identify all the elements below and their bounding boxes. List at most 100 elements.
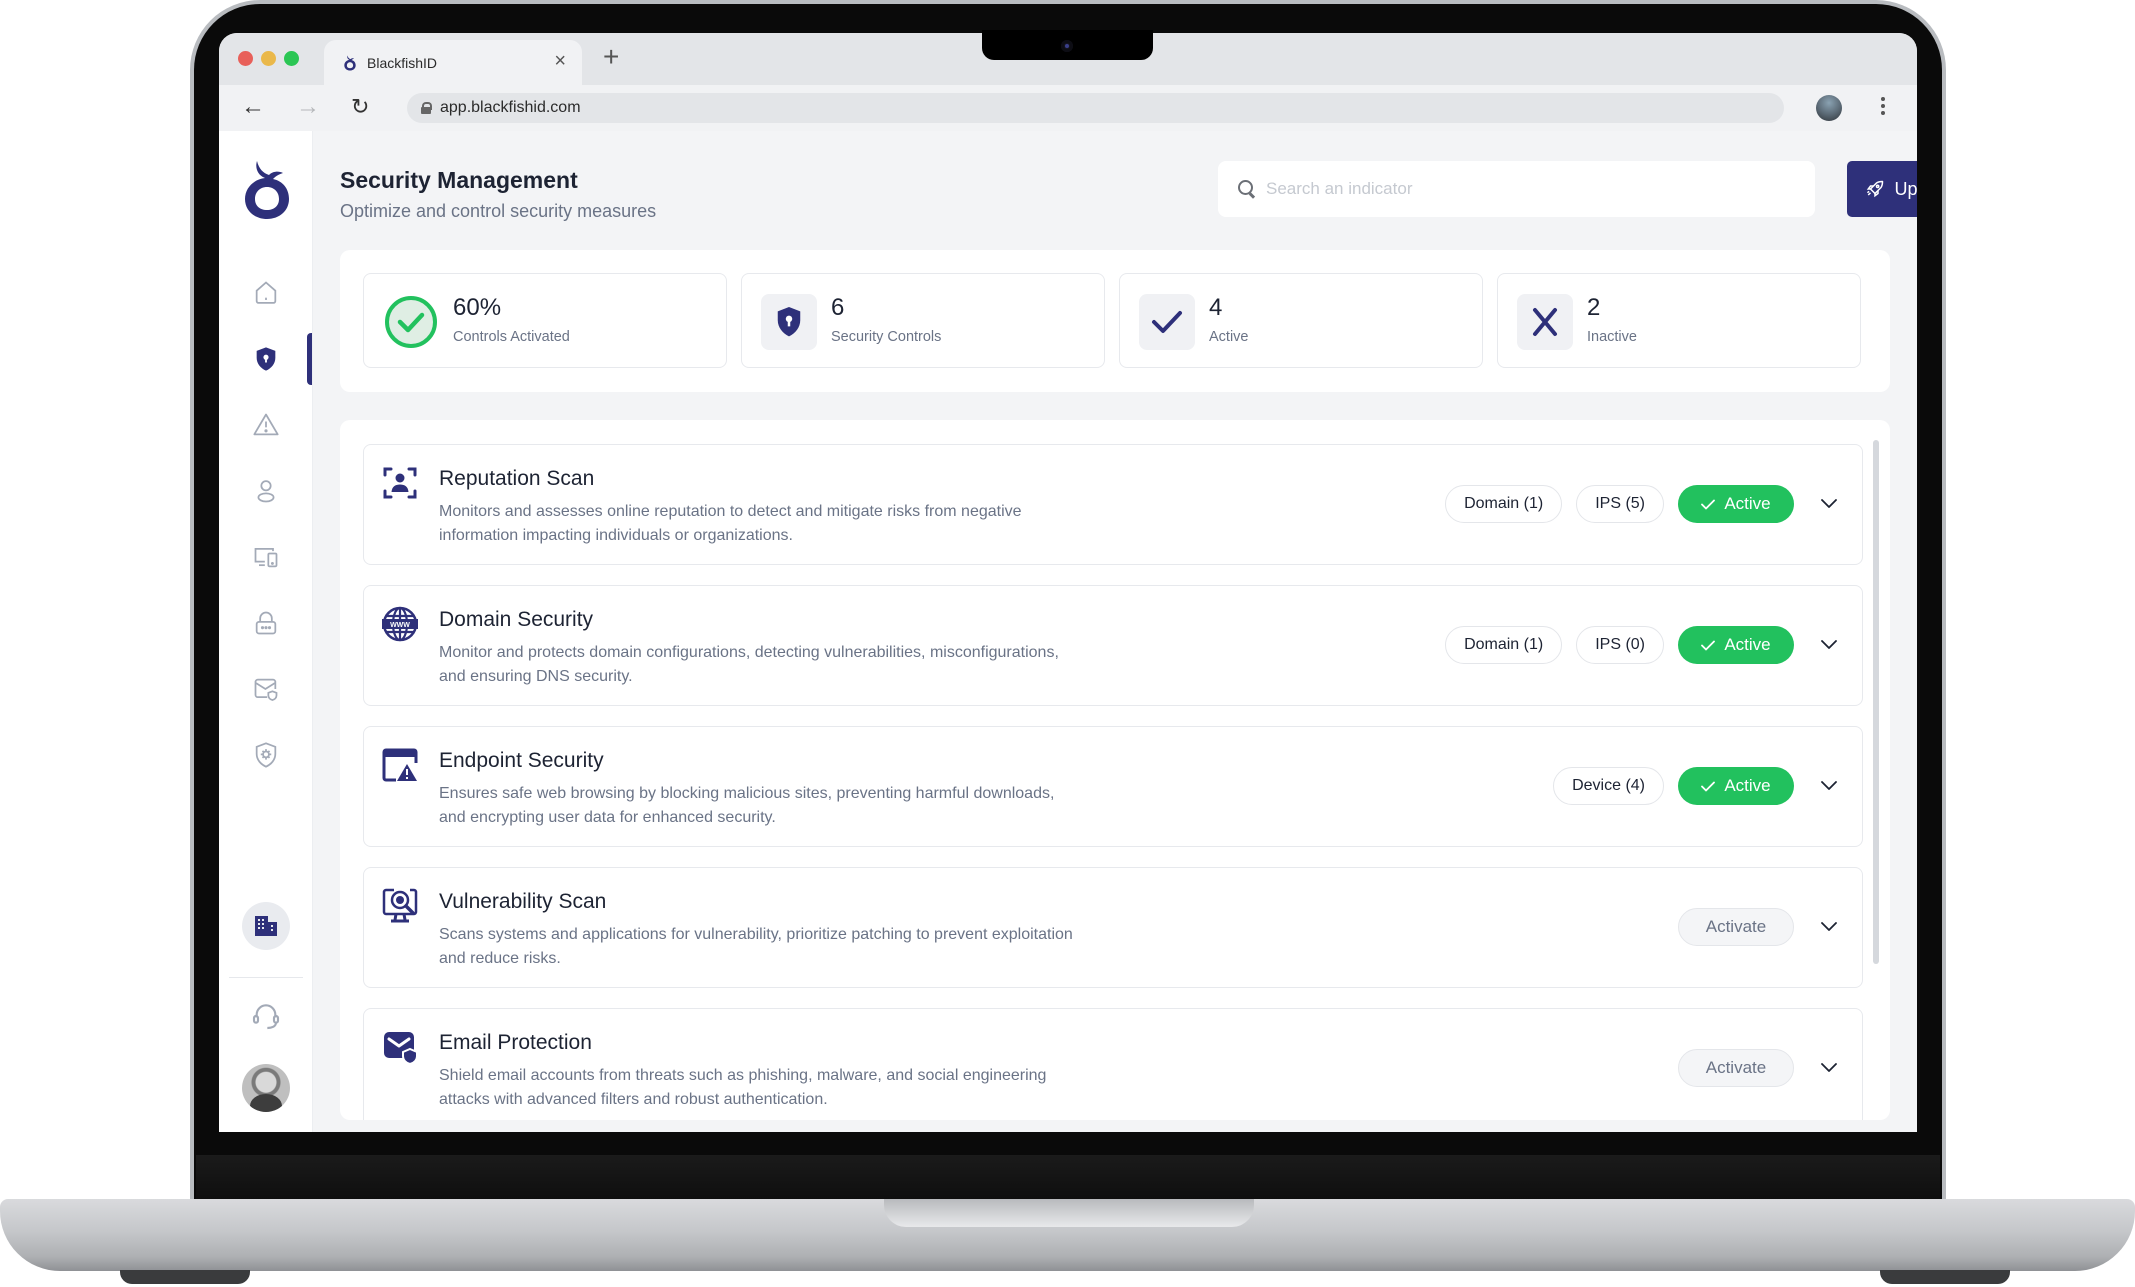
expand-chevron-icon[interactable] — [1814, 489, 1844, 519]
back-arrow-icon[interactable]: ← — [241, 94, 265, 120]
sidebar-item-security[interactable] — [219, 334, 313, 384]
stat-value: 60% — [453, 294, 502, 321]
tag-ips[interactable]: IPS (5) — [1576, 485, 1664, 523]
organization-button[interactable] — [242, 902, 290, 950]
warning-triangle-icon — [253, 413, 279, 436]
stat-value: 2 — [1587, 294, 1601, 321]
window-close-button[interactable] — [238, 51, 253, 66]
stats-panel: 60% Controls Activated 6 Security Contro… — [340, 250, 1890, 392]
check-icon — [1139, 294, 1195, 350]
window-minimize-button[interactable] — [261, 51, 276, 66]
control-description: Monitors and assesses online reputation … — [439, 503, 1022, 544]
sidebar-item-settings[interactable] — [219, 730, 313, 780]
user-avatar[interactable] — [242, 1064, 290, 1112]
monitor-bug-search-icon — [382, 888, 418, 923]
status-active-button[interactable]: Active — [1678, 767, 1794, 805]
camera-notch — [982, 30, 1153, 60]
lock-icon — [255, 611, 277, 635]
activate-button[interactable]: Activate — [1678, 908, 1794, 946]
page-subtitle: Optimize and control security measures — [340, 201, 657, 221]
expand-chevron-icon[interactable] — [1814, 912, 1844, 942]
check-icon — [1701, 499, 1716, 509]
sidebar-item-home[interactable] — [219, 268, 313, 318]
sidebar-item-passwords[interactable] — [219, 598, 313, 648]
stat-card-inactive: 2 Inactive — [1497, 273, 1861, 368]
control-title: Domain Security — [439, 608, 594, 631]
forward-arrow-icon[interactable]: → — [296, 94, 320, 120]
search-input[interactable] — [1266, 179, 1786, 199]
search-box[interactable] — [1218, 161, 1815, 217]
control-row-domain-security: WWW Domain Security Monitor and protects… — [363, 585, 1863, 706]
blackfish-logo[interactable] — [243, 159, 291, 221]
control-row-endpoint-security: Endpoint Security Ensures safe web brows… — [363, 726, 1863, 847]
upgrade-button[interactable]: Upgrade — [1847, 161, 1917, 217]
expand-chevron-icon[interactable] — [1814, 630, 1844, 660]
headset-support-icon[interactable] — [250, 1000, 282, 1032]
stat-value: 4 — [1209, 294, 1223, 321]
globe-www-icon: WWW — [382, 606, 418, 642]
stat-value: 6 — [831, 294, 845, 321]
sidebar-item-users[interactable] — [219, 466, 313, 516]
laptop-foot — [1880, 1270, 2010, 1284]
tag-domain[interactable]: Domain (1) — [1445, 485, 1563, 523]
stat-card-security-controls: 6 Security Controls — [741, 273, 1105, 368]
lock-icon — [421, 102, 432, 114]
list-scrollbar[interactable] — [1873, 440, 1879, 1110]
shield-keyhole-icon — [761, 294, 817, 350]
control-row-email-protection: Email Protection Shield email accounts f… — [363, 1008, 1863, 1120]
stat-label: Active — [1209, 329, 1249, 345]
blackfish-logo-icon — [344, 55, 356, 70]
sidebar — [219, 131, 313, 1132]
mail-shield-icon — [254, 678, 278, 701]
search-icon — [1238, 180, 1256, 198]
address-bar[interactable]: app.blackfishid.com — [407, 93, 1784, 123]
sidebar-active-indicator — [307, 333, 312, 385]
sidebar-item-email[interactable] — [219, 664, 313, 714]
browser-tab[interactable]: BlackfishID × — [324, 40, 582, 85]
expand-chevron-icon[interactable] — [1814, 771, 1844, 801]
building-icon — [255, 916, 277, 936]
control-actions: Activate — [1678, 1049, 1844, 1087]
sidebar-item-alerts[interactable] — [219, 400, 313, 450]
svg-text:WWW: WWW — [390, 622, 410, 629]
browser-profile-avatar[interactable] — [1816, 95, 1842, 121]
activate-button[interactable]: Activate — [1678, 1049, 1794, 1087]
shield-gear-icon — [255, 742, 277, 768]
sidebar-divider — [229, 977, 303, 978]
status-active-button[interactable]: Active — [1678, 626, 1794, 664]
sidebar-item-devices[interactable] — [219, 532, 313, 582]
tag-device[interactable]: Device (4) — [1553, 767, 1664, 805]
laptop-base-notch — [884, 1199, 1254, 1227]
expand-chevron-icon[interactable] — [1814, 1053, 1844, 1083]
status-active-button[interactable]: Active — [1678, 485, 1794, 523]
tab-close-icon[interactable]: × — [554, 51, 566, 71]
control-description: Scans systems and applications for vulne… — [439, 926, 1073, 967]
control-description: Monitor and protects domain configuratio… — [439, 644, 1059, 685]
tab-title: BlackfishID — [367, 54, 438, 71]
x-icon — [1517, 294, 1573, 350]
check-icon — [1701, 781, 1716, 791]
check-icon — [1701, 640, 1716, 650]
browser-menu-icon[interactable] — [1880, 94, 1886, 120]
laptop-frame: BlackfishID × + ← → ↻ app.blackfishid.co… — [0, 0, 2135, 1287]
mail-shield-icon — [384, 1032, 418, 1065]
control-title: Email Protection — [439, 1031, 592, 1054]
browser-toolbar: ← → ↻ app.blackfishid.com — [219, 85, 1917, 131]
control-actions: Device (4) Active — [1553, 767, 1844, 805]
new-tab-button[interactable]: + — [603, 41, 619, 73]
status-label: Active — [1724, 635, 1771, 654]
control-title: Endpoint Security — [439, 749, 604, 772]
upgrade-label: Upgrade — [1894, 178, 1917, 199]
control-title: Vulnerability Scan — [439, 890, 607, 913]
stat-label: Inactive — [1587, 329, 1637, 345]
control-title: Reputation Scan — [439, 467, 595, 490]
shield-keyhole-icon — [256, 347, 276, 371]
reload-icon[interactable]: ↻ — [351, 94, 369, 120]
scrollbar-thumb[interactable] — [1873, 440, 1879, 964]
window-maximize-button[interactable] — [284, 51, 299, 66]
tag-domain[interactable]: Domain (1) — [1445, 626, 1563, 664]
control-actions: Domain (1) IPS (0) Active — [1445, 626, 1844, 664]
laptop-foot — [120, 1270, 250, 1284]
tag-ips[interactable]: IPS (0) — [1576, 626, 1664, 664]
control-actions: Domain (1) IPS (5) Active — [1445, 485, 1844, 523]
